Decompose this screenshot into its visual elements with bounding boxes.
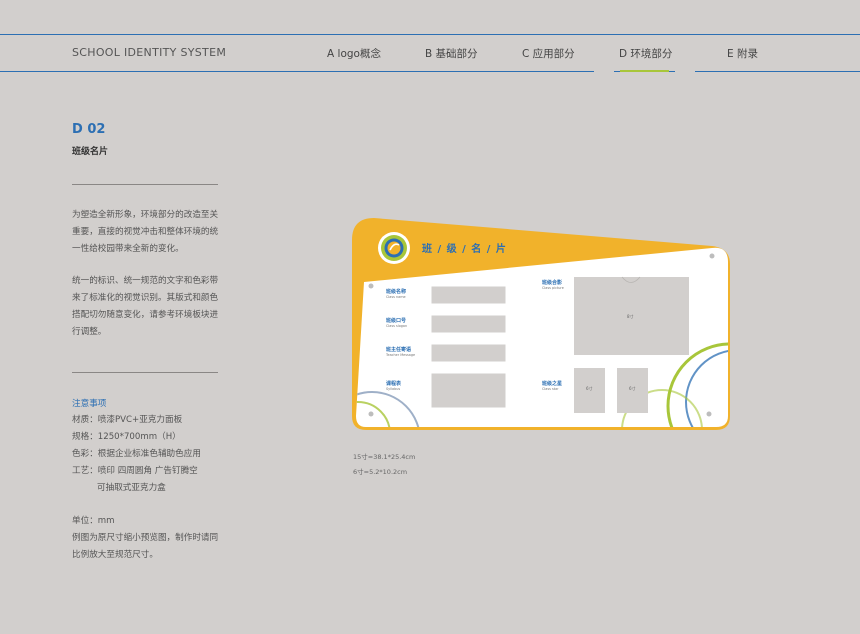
intro-paragraph: 为塑造全新形象，环境部分的改造至关 重要，直接的视觉冲击和整体环境的统 一性给校… xyxy=(72,210,219,254)
header-bottom-rule xyxy=(0,71,860,72)
field-class-star-label: 班级之星 xyxy=(542,381,563,387)
divider xyxy=(72,372,218,373)
star-slot-size: 6寸 xyxy=(586,386,593,391)
field-class-star-sub: Class star xyxy=(542,387,559,391)
field-syllabus-sub: Syllabus xyxy=(386,387,401,391)
size-spec-small: 6寸=5.2*10.2cm xyxy=(353,468,408,476)
section-code: D 02 xyxy=(72,122,106,137)
field-class-name-label: 班级名称 xyxy=(386,289,407,295)
nav-active-indicator xyxy=(620,70,669,72)
nav-item-basic[interactable]: B 基础部分 xyxy=(425,46,478,61)
nav-item-application[interactable]: C 应用部分 xyxy=(522,46,575,61)
note-craft-cont: 可抽取式亚克力盒 xyxy=(97,483,166,493)
field-slogan-label: 班级口号 xyxy=(386,318,407,324)
body-paragraph: 统一的标识、统一规范的文字和色彩带 来了标准化的视觉识别。其版式和颜色 搭配切勿… xyxy=(72,276,219,337)
board-title: 班 / 级 / 名 / 片 xyxy=(422,244,507,255)
field-teacher-label: 班主任寄语 xyxy=(386,347,412,353)
unit-note-1: 例图为原尺寸缩小预览图，制作时请同 xyxy=(72,533,219,543)
divider xyxy=(72,184,218,185)
header-top-rule xyxy=(0,34,860,35)
nav-item-logo[interactable]: A logo概念 xyxy=(327,46,381,61)
field-slogan-sub: Class slogan xyxy=(386,324,408,328)
field-class-photo-label: 班级合影 xyxy=(542,280,563,286)
nav-item-appendix[interactable]: E 附录 xyxy=(727,46,758,61)
field-class-photo-sub: Class picture xyxy=(542,286,564,290)
note-material: 材质：喷漆PVC+亚克力面板 xyxy=(72,415,183,425)
field-teacher-sub: Teacher Message xyxy=(386,353,416,357)
section-title: 班级名片 xyxy=(72,147,109,157)
note-color: 色彩：根据企业标准色辅助色应用 xyxy=(72,449,201,459)
unit-line: 单位：mm xyxy=(72,516,115,526)
section-nav: A logo概念 B 基础部分 C 应用部分 D 环境部分 E 附录 xyxy=(0,46,860,62)
note-size: 规格：1250*700mm（H） xyxy=(72,432,181,442)
notes-title: 注意事项 xyxy=(72,399,107,409)
unit-note-2: 比例放大至规范尺寸。 xyxy=(72,550,158,560)
field-class-name-sub: Class name xyxy=(386,295,406,299)
class-card-board: 班 / 级 / 名 / 片 班级名称 Class name 班级口号 Class… xyxy=(350,216,732,431)
photo-slot-size: 8寸 xyxy=(627,314,634,319)
nav-item-environment[interactable]: D 环境部分 xyxy=(619,46,672,61)
field-syllabus-label: 课程表 xyxy=(386,381,402,387)
note-craft: 工艺：喷印 四周圆角 广告钉腾空 xyxy=(72,466,198,476)
board-shape xyxy=(352,218,730,430)
star-slot-size: 6寸 xyxy=(629,386,636,391)
size-spec-large: 15寸=38.1*25.4cm xyxy=(353,453,416,461)
